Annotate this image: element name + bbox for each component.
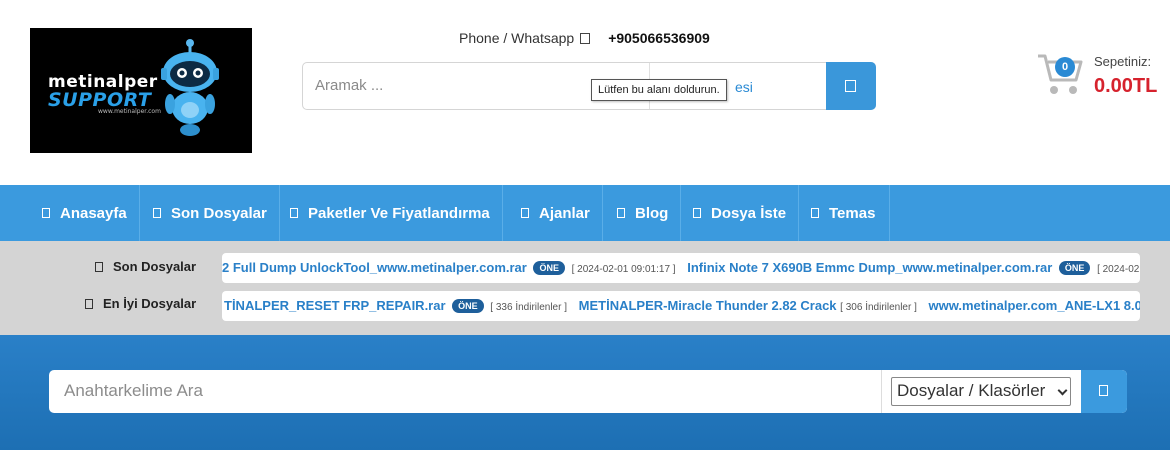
ticker-label-text: Son Dosyalar: [113, 259, 197, 274]
download-count: [ 336 İndirilenler ]: [490, 302, 568, 313]
blog-icon: [617, 208, 625, 218]
contact-label: Phone / Whatsapp: [459, 30, 575, 46]
keyword-search-input[interactable]: [64, 381, 844, 401]
nav-label: Blog: [635, 204, 669, 222]
star-icon: [85, 299, 93, 309]
select-value: Dosyalar / Klasörler: [897, 381, 1046, 400]
ticker-best-box: TİNALPER_RESET FRP_REPAIR.rar ÖNE [ 336 …: [222, 291, 1140, 321]
search-button[interactable]: [826, 62, 876, 110]
request-icon: [693, 208, 701, 218]
featured-badge: ÖNE: [452, 299, 484, 313]
nav-label: Temas: [829, 204, 876, 222]
validation-tooltip: Lütfen bu alanı doldurun.: [591, 79, 727, 101]
cart-count-badge: 0: [1055, 57, 1075, 77]
nav-item-blog[interactable]: Blog: [605, 185, 682, 241]
contact-phone: Phone / Whatsapp +905066536909: [459, 30, 710, 46]
package-icon: [290, 208, 298, 218]
nav-label: Son Dosyalar: [171, 204, 267, 222]
nav-item-anasayfa[interactable]: Anasayfa: [30, 185, 140, 241]
file-date: [ 2024-02: [1097, 264, 1140, 275]
ticker-recent-track: 2 Full Dump UnlockTool_www.metinalper.co…: [222, 260, 1140, 275]
site-logo[interactable]: metinalper SUPPORT www.metinalper.com: [30, 28, 252, 153]
search-icon: [1099, 385, 1108, 396]
robot-mascot-icon: [161, 39, 219, 136]
logo-url: www.metinalper.com: [98, 108, 161, 115]
ticker-label-best: En İyi Dosyalar: [85, 296, 196, 311]
nav-item-temas[interactable]: Temas: [799, 185, 890, 241]
file-date: [ 2024-02-01 09:01:17 ]: [571, 264, 676, 275]
ticker-file-link[interactable]: Infinix Note 7 X690B Emmc Dump_www.metin…: [687, 260, 1052, 275]
search-divider: [881, 370, 882, 413]
nav-label: Paketler Ve Fiyatlandırma: [308, 204, 490, 222]
nav-item-ajanlar[interactable]: Ajanlar: [509, 185, 603, 241]
ticker-label-recent: Son Dosyalar: [95, 259, 196, 274]
nav-item-dosya-iste[interactable]: Dosya İste: [681, 185, 800, 241]
file-ticker: Son Dosyalar 2 Full Dump UnlockTool_www.…: [0, 241, 1170, 335]
nav-label: Ajanlar: [539, 204, 590, 222]
file-icon: [153, 208, 161, 218]
agent-icon: [521, 208, 529, 218]
main-nav: Anasayfa Son Dosyalar Paketler Ve Fiyatl…: [0, 185, 1170, 241]
download-count: [ 306 İndirilenler ]: [840, 302, 917, 313]
ticker-file-link[interactable]: TİNALPER_RESET FRP_REPAIR.rar: [224, 298, 446, 313]
search-category[interactable]: esi: [735, 79, 753, 95]
home-icon: [42, 208, 50, 218]
featured-badge: ÖNE: [533, 261, 565, 275]
ticker-recent-box: 2 Full Dump UnlockTool_www.metinalper.co…: [222, 253, 1140, 283]
contact-number[interactable]: +905066536909: [608, 30, 710, 46]
ticker-label-text: En İyi Dosyalar: [103, 296, 197, 311]
search-type-select[interactable]: Dosyalar / Klasörler: [891, 377, 1071, 406]
ticker-file-link[interactable]: METİNALPER-Miracle Thunder 2.82 Crack: [579, 298, 837, 313]
cart-label: Sepetiniz:: [1094, 54, 1152, 69]
file-icon: [95, 262, 103, 272]
nav-label: Dosya İste: [711, 204, 787, 222]
cart-total[interactable]: 0.00TL: [1094, 75, 1157, 98]
ticker-file-link[interactable]: www.metinalper.com_ANE-LX1 8.0 Re: [929, 298, 1140, 313]
search-input[interactable]: [315, 77, 615, 94]
whatsapp-icon: [580, 33, 591, 44]
nav-item-son-dosyalar[interactable]: Son Dosyalar: [141, 185, 280, 241]
ticker-best-track: TİNALPER_RESET FRP_REPAIR.rar ÖNE [ 336 …: [224, 298, 1140, 313]
contact-icon: [811, 208, 819, 218]
search-icon: [845, 80, 856, 92]
nav-item-paketler[interactable]: Paketler Ve Fiyatlandırma: [278, 185, 503, 241]
chevron-down-icon: [1057, 385, 1068, 396]
header-search: esi: [302, 62, 876, 110]
file-search-bar: Dosyalar / Klasörler: [49, 370, 1127, 413]
file-search-band: Dosyalar / Klasörler: [0, 335, 1170, 450]
featured-badge: ÖNE: [1058, 261, 1091, 275]
file-search-button[interactable]: [1081, 370, 1127, 413]
nav-label: Anasayfa: [60, 204, 127, 222]
site-header: metinalper SUPPORT www.metinalper.com Ph…: [0, 0, 1170, 185]
ticker-file-link[interactable]: 2 Full Dump UnlockTool_www.metinalper.co…: [222, 260, 527, 275]
